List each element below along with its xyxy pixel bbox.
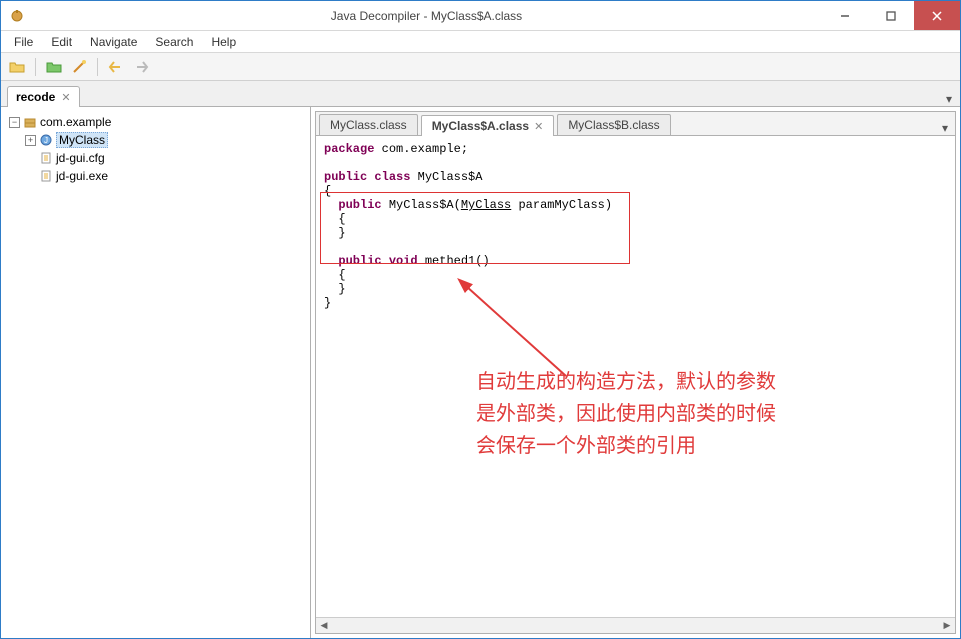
menu-bar: File Edit Navigate Search Help (1, 31, 960, 53)
scroll-right-icon[interactable]: ▶ (939, 620, 955, 631)
window-title: Java Decompiler - MyClass$A.class (31, 9, 822, 23)
title-bar: Java Decompiler - MyClass$A.class (1, 1, 960, 31)
toolbar-separator (97, 58, 98, 76)
menu-file[interactable]: File (5, 33, 42, 51)
editor-area: MyClass.class MyClass$A.class ✕ MyClass$… (315, 111, 956, 634)
tree-node-file[interactable]: jd-gui.cfg (5, 149, 306, 167)
annotation-highlight-box (320, 192, 630, 264)
close-tab-icon[interactable]: ✕ (534, 120, 543, 133)
menu-help[interactable]: Help (202, 33, 245, 51)
tab-label: MyClass$A.class (432, 119, 529, 133)
minimize-button[interactable] (822, 1, 868, 30)
app-icon (9, 8, 25, 24)
tree-label: jd-gui.exe (56, 169, 108, 183)
editor-tab-myclass-b[interactable]: MyClass$B.class (557, 114, 670, 135)
menu-search[interactable]: Search (146, 33, 202, 51)
project-tab-recode[interactable]: recode ✕ (7, 86, 80, 107)
window-controls (822, 1, 960, 30)
expand-icon[interactable]: + (25, 135, 36, 146)
code-editor[interactable]: package com.example; public class MyClas… (316, 136, 955, 617)
tree-node-package[interactable]: − com.example (5, 113, 306, 131)
maximize-button[interactable] (868, 1, 914, 30)
main-area: recode ✕ ▾ − com.example + J (1, 81, 960, 638)
tab-label: MyClass.class (330, 118, 407, 132)
menu-edit[interactable]: Edit (42, 33, 81, 51)
close-button[interactable] (914, 1, 960, 30)
collapse-icon[interactable]: − (9, 117, 20, 128)
tree-node-file[interactable]: jd-gui.exe (5, 167, 306, 185)
split-pane: − com.example + J MyClass (1, 107, 960, 638)
file-icon (39, 169, 53, 183)
menu-navigate[interactable]: Navigate (81, 33, 146, 51)
editor-tabs: MyClass.class MyClass$A.class ✕ MyClass$… (316, 112, 955, 136)
horizontal-scrollbar[interactable]: ◀ ▶ (316, 617, 955, 633)
editor-tab-myclass-a[interactable]: MyClass$A.class ✕ (421, 115, 555, 136)
package-icon (23, 115, 37, 129)
tab-label: MyClass$B.class (568, 118, 659, 132)
toolbar (1, 53, 960, 81)
svg-text:J: J (44, 136, 48, 145)
class-icon: J (39, 133, 53, 147)
project-tabs: recode ✕ ▾ (1, 81, 960, 107)
back-arrow-icon[interactable] (106, 57, 126, 77)
project-tab-label: recode (16, 90, 55, 104)
file-icon (39, 151, 53, 165)
tree-label: com.example (40, 115, 111, 129)
annotation-text: 自动生成的构造方法，默认的参数 是外部类，因此使用内部类的时候 会保存一个外部类… (476, 366, 776, 462)
tabs-overflow-icon[interactable]: ▾ (944, 92, 960, 106)
close-tab-icon[interactable]: ✕ (61, 91, 70, 104)
tabs-overflow-icon[interactable]: ▾ (939, 121, 955, 135)
wand-icon[interactable] (69, 57, 89, 77)
tree-label: jd-gui.cfg (56, 151, 105, 165)
forward-arrow-icon[interactable] (131, 57, 151, 77)
tree-node-class[interactable]: + J MyClass (5, 131, 306, 149)
editor-tab-myclass[interactable]: MyClass.class (319, 114, 418, 135)
application-window: Java Decompiler - MyClass$A.class File E… (0, 0, 961, 639)
save-icon[interactable] (44, 57, 64, 77)
open-folder-icon[interactable] (7, 57, 27, 77)
scroll-left-icon[interactable]: ◀ (316, 620, 332, 631)
toolbar-separator (35, 58, 36, 76)
package-tree: − com.example + J MyClass (1, 107, 311, 638)
tree-label: MyClass (56, 132, 108, 148)
